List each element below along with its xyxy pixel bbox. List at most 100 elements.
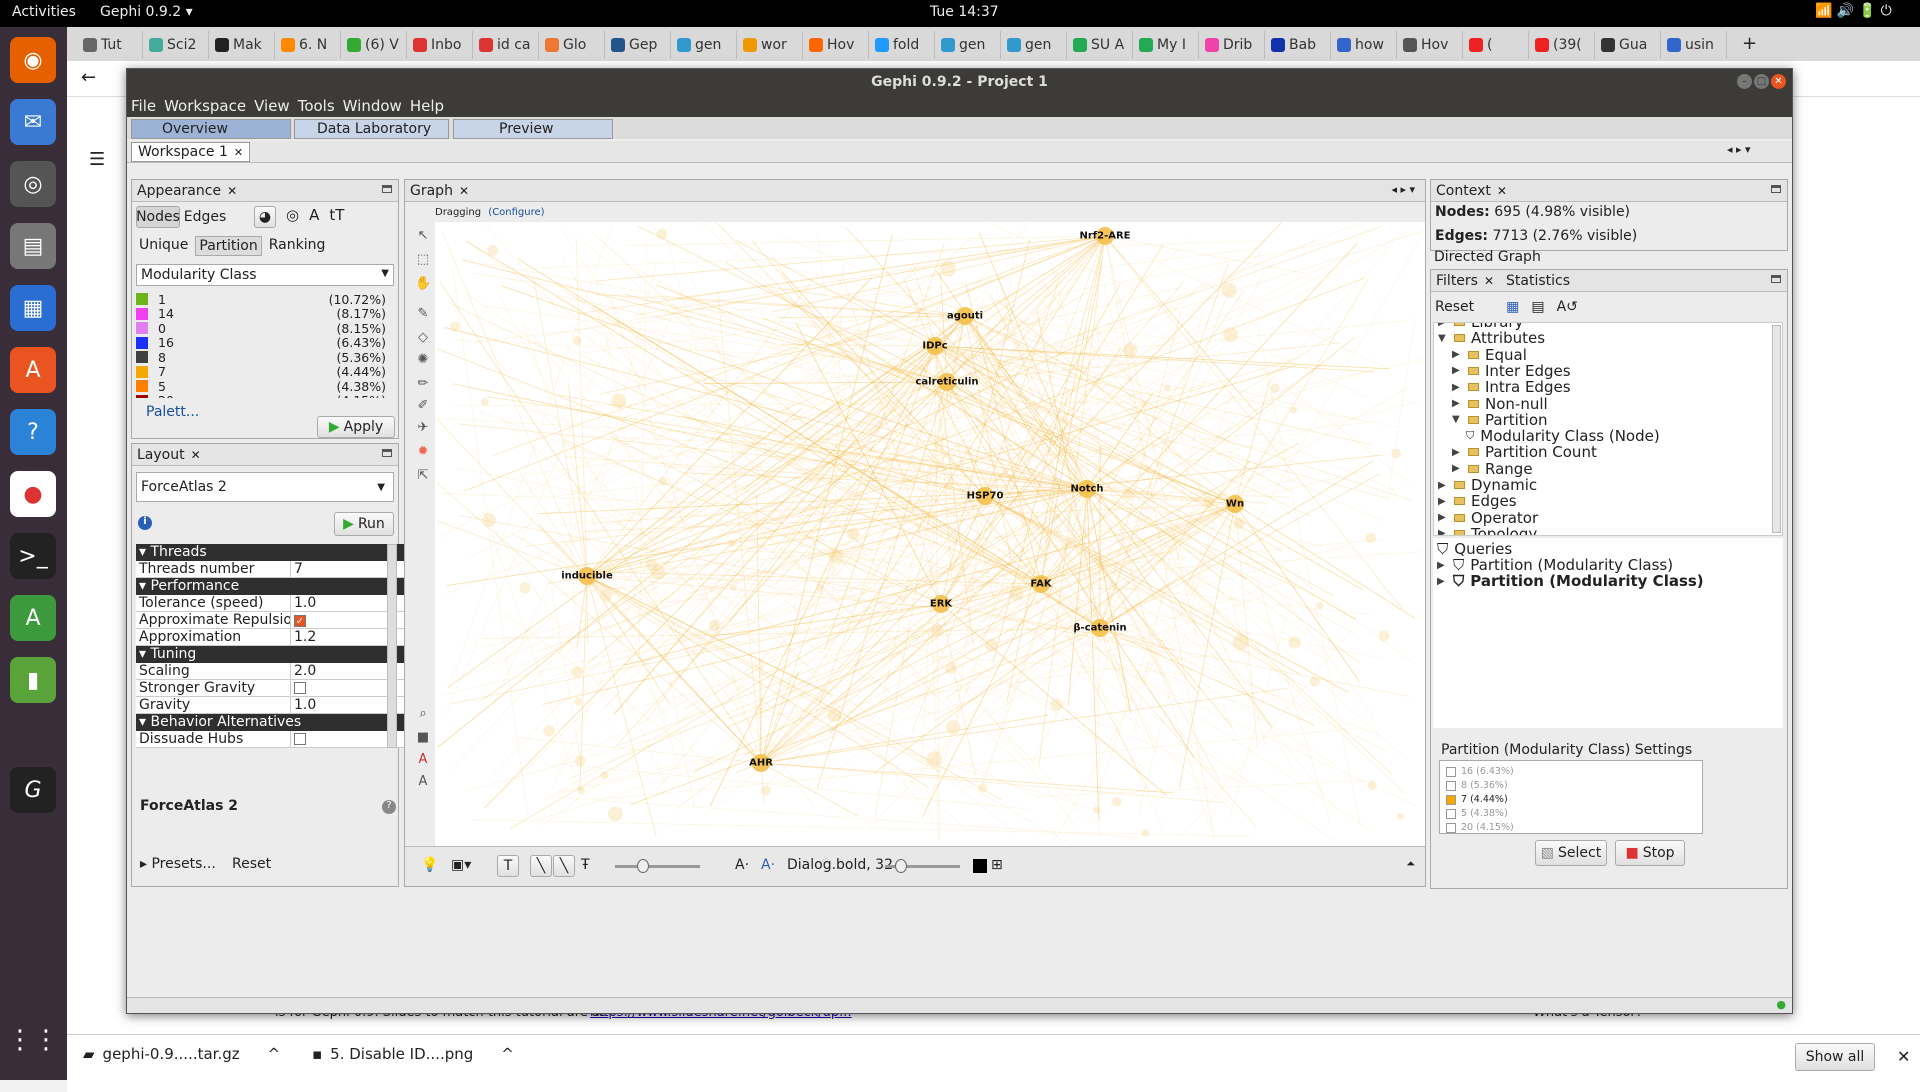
property-checkbox[interactable] (291, 731, 306, 747)
app-menu[interactable]: Gephi 0.9.2 ▾ (100, 4, 193, 20)
close-icon[interactable]: ✕ (459, 184, 469, 198)
browser-tab[interactable]: gen (935, 31, 1001, 59)
partition-row[interactable]: 16(6.43%) (136, 336, 386, 350)
rectangle-select-icon[interactable]: ⬚ (415, 252, 431, 268)
browser-tab[interactable]: Tut (77, 31, 143, 59)
slider-thumb[interactable] (637, 859, 649, 873)
expand-arrow-icon[interactable]: ▶ (1438, 480, 1448, 491)
minimize-panel-icon[interactable] (1771, 185, 1781, 193)
minimize-panel-icon[interactable] (382, 185, 392, 193)
browser-tab[interactable]: how (1331, 31, 1397, 59)
filter-tree-item[interactable]: ⛉Modularity Class (Node) (1466, 427, 1660, 445)
apply-button[interactable]: ▶Apply (317, 416, 395, 438)
property-value-field[interactable]: 7 (291, 561, 303, 577)
show-apps-icon[interactable]: ⋮⋮ (10, 1017, 56, 1063)
graph-node-label[interactable]: inducible (561, 571, 613, 582)
unchecked-icon[interactable] (1446, 809, 1456, 819)
partition-row[interactable]: 7(4.44%) (136, 365, 386, 379)
query-item-active[interactable]: ▶⛉Partition (Modularity Class) (1437, 572, 1704, 590)
graph-node-label[interactable]: Notch (1070, 484, 1103, 495)
label-font-icon[interactable]: A· (735, 857, 749, 873)
thunderbird-icon[interactable]: ✉ (10, 99, 56, 145)
chrome-icon[interactable]: ● (10, 471, 56, 517)
edge-visible-icon[interactable]: ╲ (530, 855, 552, 877)
label-size-icon[interactable]: A (415, 774, 431, 790)
graph-node-label[interactable]: Nrf2-ARE (1079, 231, 1130, 242)
configure-link[interactable]: (Configure) (488, 207, 544, 218)
browser-tab[interactable]: id ca (473, 31, 539, 59)
files-icon[interactable]: ▤ (10, 223, 56, 269)
property-section-header[interactable]: ▾ Threads (136, 544, 446, 561)
maximize-icon[interactable]: □ (1754, 74, 1769, 89)
close-icon[interactable]: ✕ (1497, 184, 1507, 198)
presets-button[interactable]: ▸ Presets... (140, 856, 216, 872)
menu-file[interactable]: File (131, 97, 156, 115)
expand-arrow-icon[interactable]: ▶ (1452, 349, 1462, 360)
browser-tab[interactable]: gen (671, 31, 737, 59)
zoom-fit-icon[interactable]: ⌕ (415, 706, 431, 722)
diffusion-icon[interactable]: ✹ (415, 444, 431, 460)
screenshot-icon[interactable]: ▣▾ (451, 857, 471, 873)
property-value-field[interactable]: 2.0 (291, 663, 316, 679)
label-size-mode-icon[interactable]: A· (761, 857, 775, 873)
filter-tree-item[interactable]: ▶Partition Count (1452, 443, 1597, 461)
partition-color-swatch[interactable] (136, 380, 148, 392)
graph-node-label[interactable]: calreticulin (915, 377, 978, 388)
collapse-arrow-icon[interactable]: ▾ (139, 714, 150, 730)
tree-scrollbar[interactable] (1772, 325, 1781, 533)
close-icon[interactable]: ✕ (191, 448, 201, 462)
show-labels-icon[interactable]: T (497, 855, 519, 877)
expand-arrow-icon[interactable]: ▶ (1438, 496, 1448, 507)
filter-tree-item[interactable]: ▶Equal (1452, 346, 1527, 364)
size-brush-icon[interactable]: ◇ (415, 330, 431, 346)
writer-icon[interactable]: ▦ (10, 285, 56, 331)
label-size-slider[interactable] (885, 865, 960, 868)
collapse-arrow-icon[interactable]: ▾ (139, 578, 150, 594)
expand-arrow-icon[interactable]: ▼ (1452, 414, 1462, 425)
palette-link[interactable]: Palett... (146, 404, 199, 420)
edge-color-icon[interactable]: ╲ (553, 855, 575, 877)
browser-tab[interactable]: My I (1133, 31, 1199, 59)
reset-button[interactable]: Reset (232, 856, 271, 872)
expand-arrow-icon[interactable]: ▶ (1452, 365, 1462, 376)
painter-icon[interactable]: ✎ (415, 306, 431, 322)
partition-row[interactable]: 1(10.72%) (136, 292, 386, 306)
new-tab-button[interactable]: + (1742, 33, 1757, 54)
browser-tab[interactable]: gen (1001, 31, 1067, 59)
activities-button[interactable]: Activities (12, 4, 76, 20)
show-all-button[interactable]: Show all (1795, 1043, 1875, 1071)
filter-tree-item[interactable]: ▶Inter Edges (1452, 362, 1571, 380)
help-icon[interactable]: ? (10, 409, 56, 455)
gephi-icon[interactable]: G (10, 767, 56, 813)
property-checkbox[interactable]: ✓ (291, 612, 306, 628)
close-icon[interactable]: ✕ (1484, 274, 1494, 288)
edge-weight-slider[interactable] (615, 865, 700, 868)
expand-arrow-icon[interactable]: ▶ (1452, 398, 1462, 409)
expand-arrow-icon[interactable]: ▶ (1438, 322, 1448, 328)
workspace-nav-icons[interactable]: ◂ ▸ ▾ (1727, 143, 1751, 156)
property-checkbox[interactable] (291, 680, 306, 696)
menu-window[interactable]: Window (343, 97, 402, 115)
drag-hand-icon[interactable]: ✋ (415, 276, 431, 292)
tab-statistics[interactable]: Statistics (1506, 273, 1570, 289)
firefox-icon[interactable]: ◉ (10, 37, 56, 83)
layout-algorithm-select[interactable]: ForceAtlas 2 ▼ (136, 472, 394, 502)
tab-filters[interactable]: Filters (1436, 273, 1478, 289)
slider-thumb[interactable] (895, 859, 907, 873)
info-icon[interactable]: i (138, 516, 152, 530)
filter-tree-item[interactable]: ▶Dynamic (1438, 476, 1537, 494)
browser-tab[interactable]: SU A (1067, 31, 1133, 59)
property-value-field[interactable]: 1.0 (291, 697, 316, 713)
stop-button[interactable]: ■Stop (1615, 840, 1685, 866)
workspace-tab[interactable]: Workspace 1✕ (131, 142, 250, 162)
back-icon[interactable]: ← (81, 67, 96, 88)
download-item[interactable]: ▪ 5. Disable ID....png ^ (312, 1045, 514, 1063)
pencil-icon[interactable]: ✏ (415, 376, 431, 392)
terminal-icon[interactable]: >_ (10, 533, 56, 579)
filter-library-icon[interactable]: ▦ (1506, 299, 1519, 315)
run-button[interactable]: ▶Run (334, 512, 394, 536)
tab-unique[interactable]: Unique (136, 236, 191, 256)
graph-node-label[interactable]: ERK (930, 599, 952, 610)
collapse-arrow-icon[interactable]: ▾ (139, 544, 150, 560)
tab-overview[interactable]: Overview (131, 119, 291, 139)
